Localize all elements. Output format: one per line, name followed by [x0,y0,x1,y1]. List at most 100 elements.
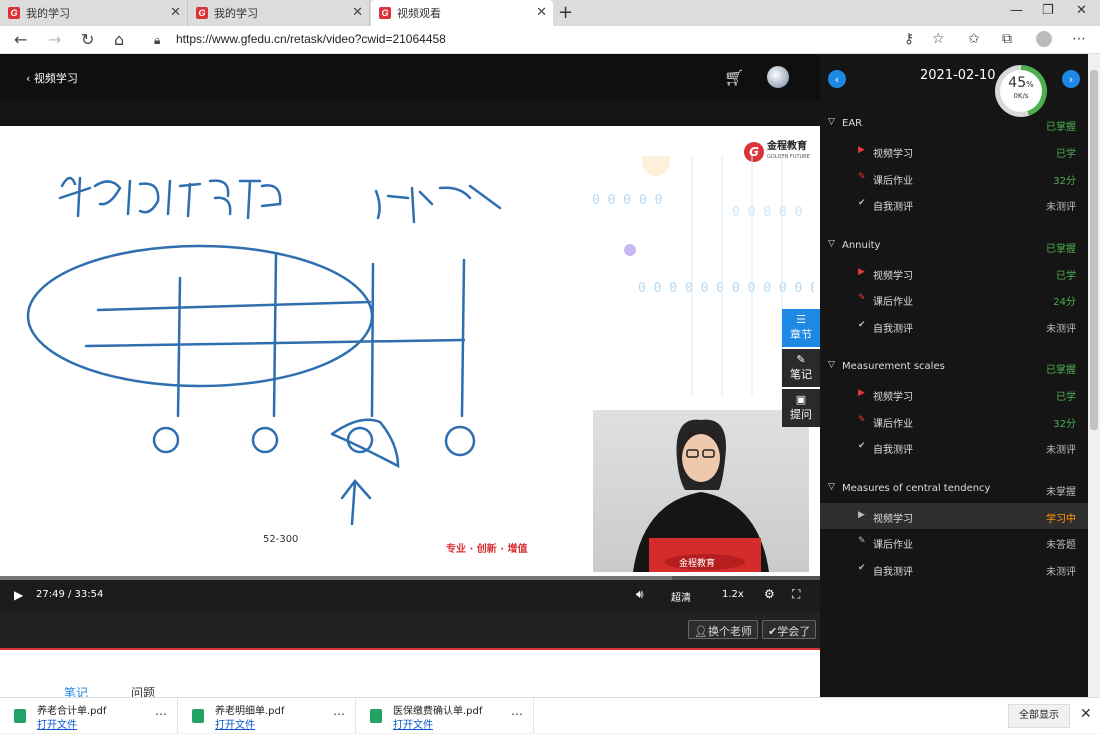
speed-select[interactable]: 1.2x [722,589,744,600]
gf-logo-icon: G [196,7,208,19]
lesson-status: 未测评 [1046,202,1076,213]
section-header[interactable]: ▽ Measurement scales 已掌握 [820,354,1088,380]
switch-teacher-button[interactable]: 👤︎换个老师 [688,620,758,639]
tab-label: 我的学习 [26,7,70,20]
close-icon[interactable]: ✕ [536,5,547,20]
section-title: Measures of central tendency [842,482,991,494]
lock-icon[interactable]: 🔒︎ [154,33,160,48]
check-icon: ✔ [858,198,866,208]
notes-panel: 笔记 问题 [0,650,820,700]
restore-icon[interactable]: ❐ [1042,3,1054,18]
time-display: 27:49 / 33:54 [36,589,104,600]
close-icon[interactable]: ✕ [1080,706,1092,722]
key-icon[interactable]: ⚷ [904,31,914,47]
collections-icon[interactable]: ⧉ [1002,31,1012,47]
forward-arrow-icon[interactable]: → [48,30,61,49]
lesson-status: 已学 [1056,270,1076,282]
lesson-item[interactable]: ▶ 视频学习 已学 [820,381,1088,407]
quality-select[interactable]: 超清 [671,589,691,604]
more-icon[interactable]: ⋯ [155,707,167,721]
back-button[interactable]: ‹ 视频学习 [26,70,78,86]
learned-label: 学会了 [777,625,811,638]
section-header[interactable]: ▽ EAR 已掌握 [820,111,1088,137]
volume-icon[interactable]: 🔊︎ [636,587,644,602]
collapse-triangle-icon[interactable]: ▽ [828,239,835,249]
open-file-link[interactable]: 打开文件 [215,716,255,731]
browser-tab-2[interactable]: G 我的学习 ✕ [188,0,370,26]
collapse-triangle-icon[interactable]: ▽ [828,482,835,492]
teacher-video: 金程教育 [633,419,769,572]
section-header[interactable]: ▽ Measures of central tendency 未掌握 [820,476,1088,502]
lesson-label: 视频学习 [873,392,913,403]
fullscreen-icon[interactable]: ⛶ [792,587,800,602]
notes-tool-button[interactable]: ✎ 笔记 [782,349,820,387]
avatar[interactable] [767,66,789,88]
lesson-item[interactable]: ▶ 视频学习 已学 [820,138,1088,164]
video-frame[interactable]: G 金程教育 GOLDEN FUTURE 0 0 0 0 0 0 0 0 0 0 … [0,126,820,576]
lesson-item[interactable]: ▶ 视频学习 已学 [820,260,1088,286]
download-item[interactable]: 医保缴费确认单.pdf 打开文件 ⋯ [356,698,534,734]
url-field[interactable]: https://www.gfedu.cn/retask/video?cwid=2… [176,32,446,46]
more-icon[interactable]: ⋯ [511,707,523,721]
browser-tab-1[interactable]: G 我的学习 ✕ [0,0,188,26]
more-icon[interactable]: ⋯ [333,707,345,721]
add-favorite-icon[interactable]: ☆ [932,31,945,47]
lesson-item[interactable]: ✔ 自我测评 未测评 [820,191,1088,217]
browser-tab-3[interactable]: G 视频观看 ✕ [371,0,553,26]
close-icon[interactable]: ✕ [352,5,363,20]
profile-icon[interactable] [1036,31,1052,47]
open-file-link[interactable]: 打开文件 [37,716,77,731]
lesson-label: 课后作业 [873,175,913,187]
learned-button[interactable]: ✔学会了 [762,620,817,639]
lesson-label: 自我测评 [873,445,913,456]
new-tab-icon[interactable]: + [558,2,573,23]
reload-icon[interactable]: ↻ [81,30,94,49]
section-title: Measurement scales [842,361,945,372]
lesson-item[interactable]: ✎ 课后作业 32分 [820,408,1088,434]
chapter-tool-button[interactable]: ☰ 章节 [782,309,820,347]
lesson-item[interactable]: ✎ 课后作业 32分 [820,165,1088,191]
lesson-status: 24分 [1053,297,1076,308]
collapse-triangle-icon[interactable]: ▽ [828,360,835,370]
lesson-item[interactable]: ✎ 课后作业 24分 [820,286,1088,312]
back-arrow-icon[interactable]: ← [14,30,27,49]
favorites-icon[interactable]: ✩ [968,31,980,47]
next-day-icon[interactable]: › [1062,70,1080,88]
lesson-item[interactable]: ✔ 自我测评 未测评 [820,556,1088,582]
prev-day-icon[interactable]: ‹ [828,70,846,88]
close-icon[interactable]: ✕ [170,5,181,20]
lesson-status: 未测评 [1046,445,1076,456]
window-close-icon[interactable]: ✕ [1076,3,1087,18]
lesson-item[interactable]: ✎ 课后作业 未答题 [820,529,1088,555]
open-file-link[interactable]: 打开文件 [393,716,433,731]
minimize-icon[interactable]: — [1010,3,1023,18]
lesson-status: 学习中 [1046,513,1076,525]
collapse-triangle-icon[interactable]: ▽ [828,117,835,127]
check-icon: ✔ [858,441,866,451]
download-item[interactable]: 养老合计单.pdf 打开文件 ⋯ [0,698,178,734]
tool-label: 笔记 [790,368,812,381]
date-display: 2021-02-10 [920,68,996,83]
settings-icon[interactable]: ⚙ [764,587,775,601]
lesson-item[interactable]: ▶ 视频学习 学习中 [820,502,1088,529]
check-icon: ✔ [858,319,866,330]
lesson-label: 自我测评 [873,202,913,213]
play-icon[interactable]: ▶ [14,588,23,602]
download-item[interactable]: 养老明细单.pdf 打开文件 ⋯ [178,698,356,734]
lesson-status: 32分 [1053,175,1076,187]
lesson-item[interactable]: ✔ 自我测评 未测评 [820,313,1088,339]
lesson-label: 课后作业 [873,418,913,430]
show-all-button[interactable]: 全部显示 [1008,704,1070,728]
section-header[interactable]: ▽ Annuity 已掌握 [820,233,1088,259]
lesson-status: 未答题 [1046,540,1076,551]
home-icon[interactable]: ⌂ [114,30,124,49]
pencil-icon: ✎ [796,353,806,366]
player-header: ‹ 视频学习 🛒︎ [0,54,820,100]
svg-text:0 0 0 0 0 0 0 0 0 0 0 0: 0 0 0 0 0 0 0 0 0 0 0 0 [638,281,814,296]
lesson-item[interactable]: ✔ 自我测评 未测评 [820,434,1088,460]
cart-icon[interactable]: 🛒︎ [724,68,744,87]
more-menu-icon[interactable]: ⋯ [1072,31,1086,47]
scrollbar-thumb[interactable] [1090,70,1098,430]
ask-tool-button[interactable]: ▣ 提问 [782,389,820,427]
play-icon: ▶ [858,145,865,155]
